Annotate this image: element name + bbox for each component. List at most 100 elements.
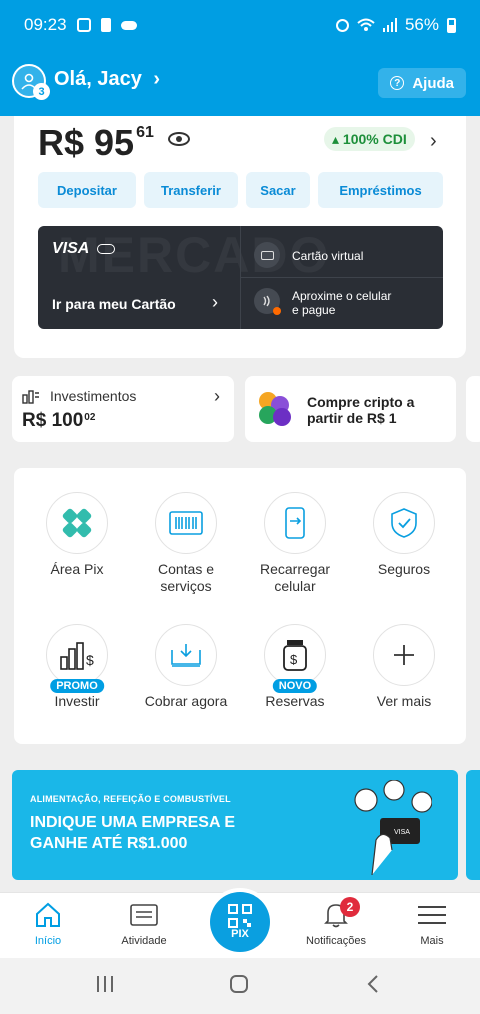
help-label: Ajuda (412, 74, 454, 92)
grid-label: Contas e serviços (157, 561, 215, 594)
svg-text:$: $ (86, 652, 94, 668)
promo-banner[interactable]: ALIMENTAÇÃO, REFEIÇÃO E COMBUSTÍVEL INDI… (12, 770, 458, 880)
jar-icon: $ NOVO (264, 624, 326, 693)
battery-percent: 56% (404, 15, 439, 34)
download-tray-icon (155, 624, 217, 686)
crypto-line2: partir de R$ 1 (307, 410, 397, 426)
contactless-pay-link[interactable]: Aproxime o celular e pague (292, 289, 391, 317)
bills-shortcut[interactable]: Contas e serviços (131, 492, 241, 595)
crypto-promo-text: Compre cripto a partir de R$ 1 (307, 394, 414, 426)
services-grid: Área Pix Contas e serviços Recarregar celu… (14, 468, 466, 744)
grid-label: Recarregar celular (259, 561, 331, 594)
see-more-shortcut[interactable]: Ver mais (349, 624, 459, 710)
cloud-icon (120, 20, 137, 30)
next-card-peek (466, 376, 480, 442)
greeting-link[interactable]: Olá, Jacy › (54, 68, 160, 91)
loans-button[interactable]: Empréstimos (318, 172, 443, 208)
balance-cents: 61 (136, 124, 154, 141)
cdi-badge[interactable]: ▴ 100% CDI (324, 127, 415, 151)
status-bar: 09:23 56% (0, 0, 480, 50)
grid-label: Investir (54, 693, 100, 709)
virtual-card-icon (254, 242, 280, 268)
withdraw-button[interactable]: Sacar (246, 172, 310, 208)
chevron-right-icon[interactable]: › (212, 292, 218, 313)
investments-value: R$ 100 02 (22, 410, 95, 432)
home-button-icon[interactable] (229, 974, 249, 1000)
chart-dollar-icon: $ PROMO (46, 624, 108, 693)
chevron-right-icon: › (214, 386, 220, 406)
next-banner-peek (466, 770, 480, 880)
pix-icon (46, 492, 108, 554)
contactless-line1: Aproxime o celular (292, 289, 392, 303)
crypto-line1: Compre cripto a (307, 394, 415, 410)
sim-icon (100, 18, 111, 32)
investments-icon (22, 390, 39, 404)
back-icon[interactable] (366, 974, 380, 1000)
plus-icon (373, 624, 435, 686)
visa-logo: VISA (52, 240, 116, 258)
avatar-level-badge: 3 (33, 83, 50, 100)
chevron-right-icon[interactable]: › (430, 130, 437, 153)
crypto-card[interactable]: Compre cripto a partir de R$ 1 (245, 376, 456, 442)
notification-dot (273, 307, 281, 315)
contactless-icon (254, 288, 281, 315)
nav-home-label: Início (34, 935, 62, 947)
greeting-text: Olá, Jacy (54, 68, 142, 90)
app-header: 3 Olá, Jacy › ? Ajuda (0, 50, 480, 116)
nav-more[interactable]: Mais (384, 901, 480, 947)
shield-icon (373, 492, 435, 554)
alarm-icon (335, 18, 349, 32)
barcode-icon (155, 492, 217, 554)
svg-text:$: $ (290, 652, 298, 667)
nav-notifications-label: Notificações (306, 935, 366, 947)
balance-integer: R$ 95 (38, 122, 135, 163)
signal-icon (382, 18, 397, 32)
hand-card-illustration: VISA (354, 780, 432, 875)
go-to-card-link[interactable]: Ir para meu Cartão (52, 296, 176, 312)
help-button[interactable]: ? Ajuda (378, 68, 466, 98)
grid-label: Seguros (377, 561, 431, 577)
balance: R$ 95 61 (38, 122, 154, 164)
screenshot-icon (76, 18, 91, 32)
system-nav-bar (0, 958, 480, 1014)
virtual-card-link[interactable]: Cartão virtual (292, 249, 363, 263)
pix-area-shortcut[interactable]: Área Pix (22, 492, 132, 578)
banner-subtitle: ALIMENTAÇÃO, REFEIÇÃO E COMBUSTÍVEL (30, 794, 231, 804)
visa-brand-text: VISA (52, 240, 89, 257)
avatar[interactable]: 3 (12, 64, 50, 100)
invest-shortcut[interactable]: $ PROMO Investir (22, 624, 132, 710)
contactless-card-icon (97, 243, 116, 254)
card-divider (240, 277, 443, 278)
eye-icon[interactable] (168, 132, 190, 146)
quick-actions: Depositar Transferir Sacar Empréstimos (38, 172, 443, 208)
phone-topup-shortcut[interactable]: Recarregar celular (240, 492, 350, 595)
investments-cents: 02 (84, 412, 96, 423)
investments-integer: R$ 100 (22, 410, 84, 431)
nav-activity-label: Atividade (121, 935, 167, 947)
charge-now-shortcut[interactable]: Cobrar agora (131, 624, 241, 710)
investments-title: Investimentos (50, 388, 137, 404)
battery-icon (447, 17, 456, 33)
reserves-shortcut[interactable]: $ NOVO Reservas (240, 624, 350, 710)
help-icon: ? (390, 76, 405, 90)
nav-home[interactable]: Início (0, 901, 96, 947)
home-icon (36, 902, 60, 927)
banner-title: INDIQUE UMA EMPRESA E GANHE ATÉ R$1.000 (30, 812, 235, 854)
credit-card-panel: MERCADO VISA Ir para meu Cartão › Cartão… (38, 226, 443, 329)
menu-icon (418, 906, 446, 924)
contactless-line2: e pague (292, 303, 336, 317)
deposit-button[interactable]: Depositar (38, 172, 136, 208)
nav-more-label: Mais (420, 935, 444, 947)
pix-label: PIX (231, 928, 249, 940)
grid-label: Reservas (265, 693, 325, 709)
nav-notifications[interactable]: 2 Notificações (288, 897, 384, 947)
insurance-shortcut[interactable]: Seguros (349, 492, 459, 578)
banner-title-line1: INDIQUE UMA EMPRESA E (30, 814, 236, 831)
qr-code-icon (228, 904, 252, 928)
recent-apps-icon[interactable] (96, 974, 114, 1000)
nav-activity[interactable]: Atividade (96, 901, 192, 947)
investments-card[interactable]: Investimentos R$ 100 02 › (12, 376, 234, 442)
account-card: R$ 95 61 ▴ 100% CDI › Depositar Transfer… (14, 116, 466, 358)
transfer-button[interactable]: Transferir (144, 172, 238, 208)
pix-button[interactable]: PIX (206, 888, 274, 956)
